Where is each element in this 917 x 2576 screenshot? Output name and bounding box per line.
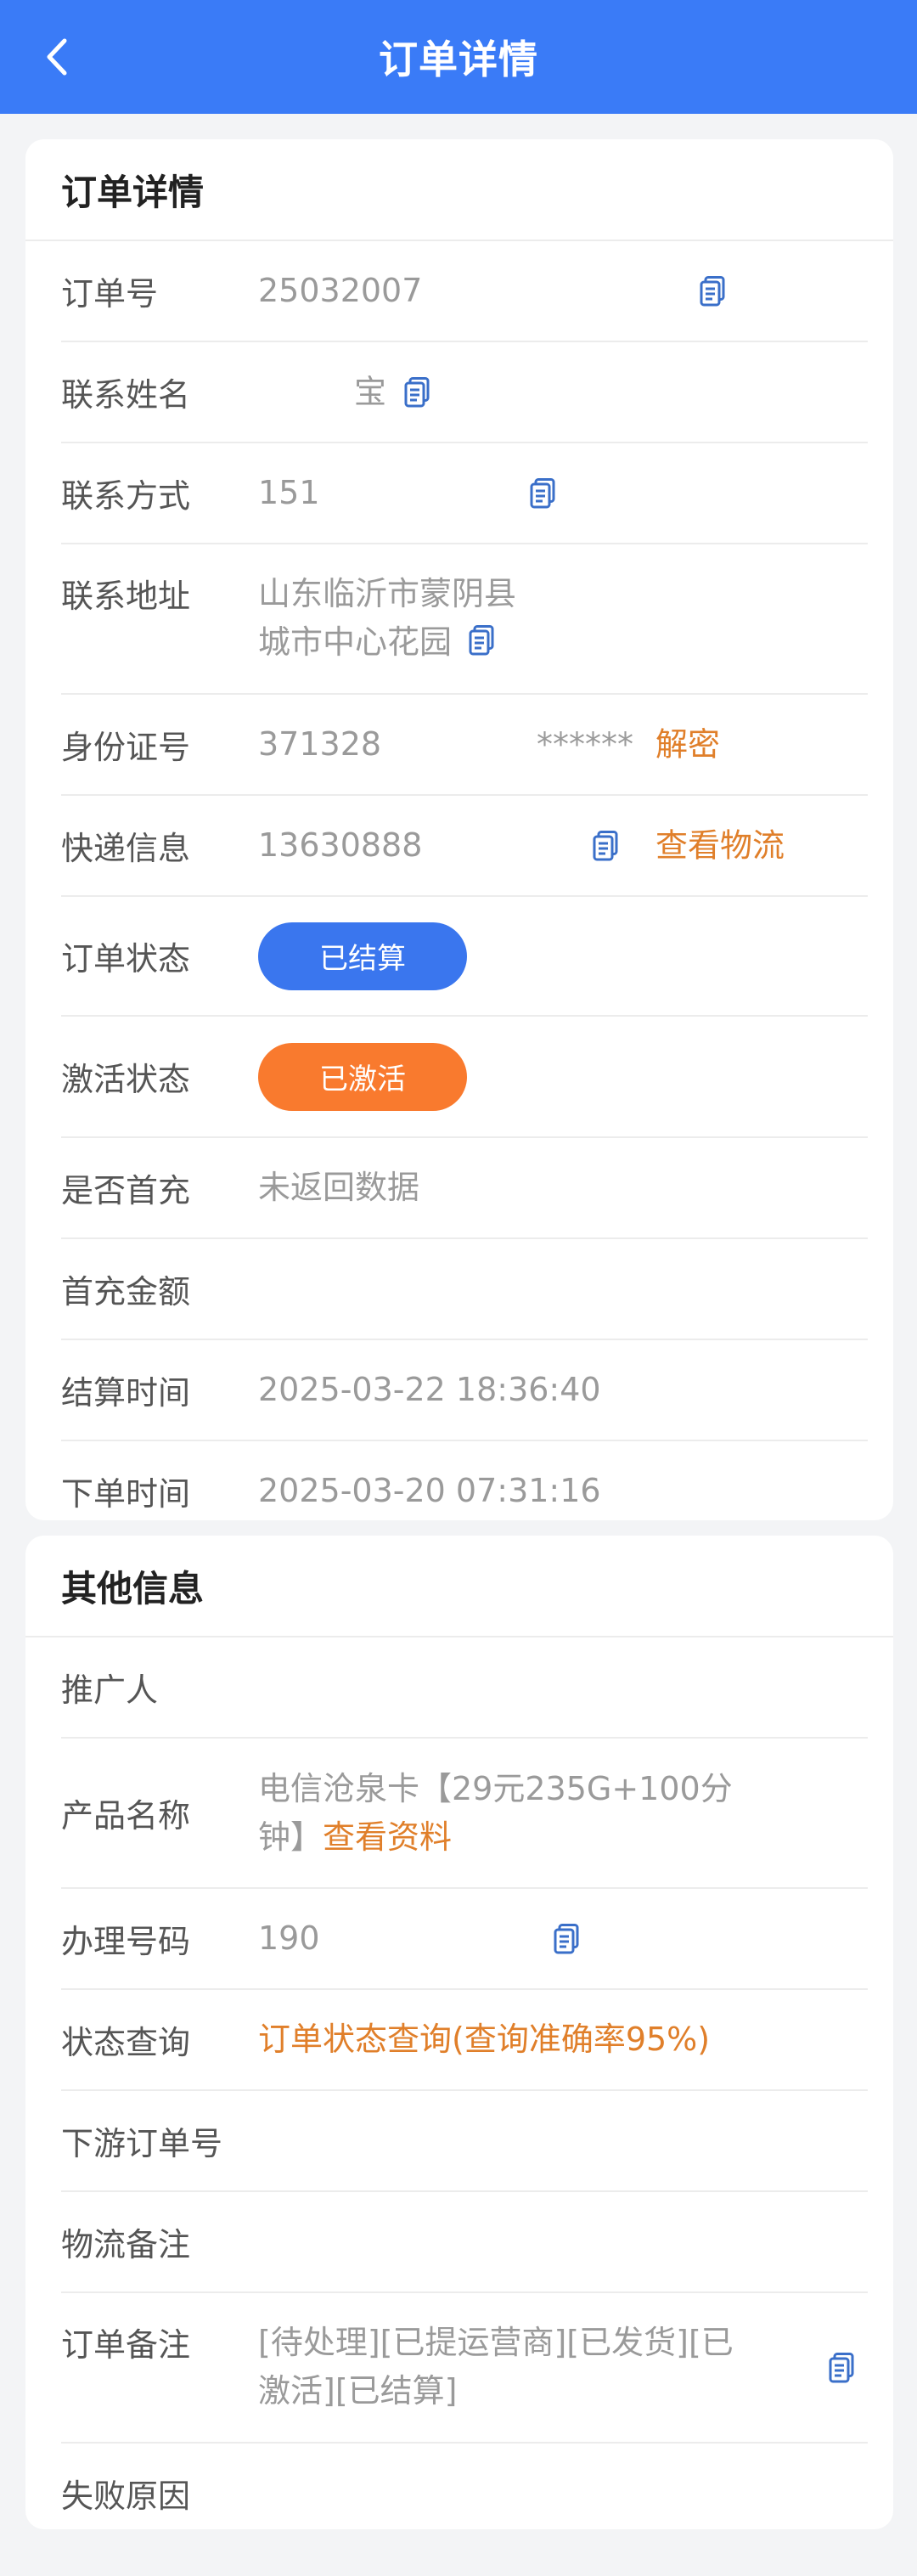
row-order-no: 订单号 25032007 [61,241,868,342]
value-first-recharge: 未返回数据 [258,1169,420,1206]
label-activation-status: 激活状态 [61,1061,191,1098]
order-status-query-link[interactable]: 订单状态查询(查询准确率95%) [258,2015,868,2064]
row-order-time: 下单时间 2025-03-20 07:31:16 [61,1441,868,1520]
label-logistics-note: 物流备注 [61,2226,191,2263]
label-id-number: 身份证号 [61,729,191,766]
row-order-status: 订单状态 已结算 [61,897,868,1017]
order-card-title: 订单详情 [25,139,893,241]
value-order-no: 25032007 [258,272,423,309]
row-logistics-note: 物流备注 [61,2192,868,2293]
value-contact-name: 宝 [354,373,387,410]
value-product-line1: 电信沧泉卡【29元235G+100分 [258,1769,733,1807]
row-activation-status: 激活状态 已激活 [61,1017,868,1138]
row-product: 产品名称 电信沧泉卡【29元235G+100分 钟】查看资料 [61,1739,868,1889]
label-promoter: 推广人 [61,1671,159,1709]
order-details-card: 订单详情 订单号 25032007 联系姓名 宝 联系方式 151 联系地址 山… [25,139,893,1520]
row-fail-reason: 失败原因 [61,2444,868,2529]
app-header: 订单详情 [0,0,917,114]
activation-badge: 已激活 [258,1042,467,1111]
chevron-left-icon [47,38,67,76]
row-id-number: 身份证号 371328 ****** 解密 [61,695,868,796]
row-status-query: 状态查询 订单状态查询(查询准确率95%) [61,1990,868,2091]
label-status-query: 状态查询 [61,2024,191,2061]
copy-icon[interactable] [829,2353,854,2383]
copy-icon[interactable] [700,276,725,307]
page-title: 订单详情 [379,37,538,82]
label-number: 办理号码 [61,1923,191,1960]
copy-icon[interactable] [530,478,555,509]
label-order-status: 订单状态 [61,940,191,978]
value-contact-phone: 151 [258,474,320,511]
row-order-note: 订单备注 [待处理][已提运营商][已发货][已 激活][已结算] [61,2293,868,2444]
copy-icon[interactable] [469,625,494,656]
label-express: 快递信息 [61,830,191,867]
value-address-line1: 山东临沂市蒙阴县 [258,575,517,612]
value-order-note-line2: 激活][已结算] [258,2372,458,2410]
label-order-no: 订单号 [61,275,159,313]
row-first-amount: 首充金额 [61,1239,868,1340]
value-address-line2: 城市中心花园 [258,623,453,661]
copy-icon[interactable] [593,831,618,861]
row-number: 办理号码 190 [61,1889,868,1990]
row-contact-phone: 联系方式 151 [61,443,868,544]
value-order-time: 2025-03-20 07:31:16 [258,1472,601,1509]
label-fail-reason: 失败原因 [61,2477,191,2515]
row-first-recharge: 是否首充 未返回数据 [61,1138,868,1239]
other-info-card: 其他信息 推广人 产品名称 电信沧泉卡【29元235G+100分 钟】查看资料 … [25,1536,893,2529]
label-order-note: 订单备注 [61,2326,191,2364]
row-express: 快递信息 13630888 查看物流 [61,796,868,897]
copy-icon[interactable] [404,377,430,408]
value-product-line2: 钟】 [258,1818,323,1856]
row-contact-name: 联系姓名 宝 [61,342,868,443]
label-product: 产品名称 [61,1797,191,1835]
label-contact-phone: 联系方式 [61,477,191,515]
value-settle-time: 2025-03-22 18:36:40 [258,1371,601,1408]
copy-icon[interactable] [554,1924,579,1954]
label-order-time: 下单时间 [61,1475,191,1513]
label-settle-time: 结算时间 [61,1374,191,1412]
row-promoter: 推广人 [61,1637,868,1739]
other-card-title: 其他信息 [25,1536,893,1637]
back-button[interactable] [37,37,76,76]
value-order-note-line1: [待处理][已提运营商][已发货][已 [258,2324,734,2361]
label-downstream-order: 下游订单号 [61,2125,223,2162]
value-id-suffix: ****** [537,725,633,763]
view-logistics-link[interactable]: 查看物流 [655,821,785,870]
view-product-info-link[interactable]: 查看资料 [323,1818,452,1856]
label-first-amount: 首充金额 [61,1273,191,1311]
row-settle-time: 结算时间 2025-03-22 18:36:40 [61,1340,868,1441]
label-contact-name: 联系姓名 [61,376,191,414]
label-first-recharge: 是否首充 [61,1172,191,1209]
row-downstream-order: 下游订单号 [61,2091,868,2192]
label-contact-address: 联系地址 [61,578,191,615]
row-contact-address: 联系地址 山东临沂市蒙阴县 城市中心花园 [61,544,868,695]
decrypt-link[interactable]: 解密 [655,720,720,769]
status-badge: 已结算 [258,922,467,990]
